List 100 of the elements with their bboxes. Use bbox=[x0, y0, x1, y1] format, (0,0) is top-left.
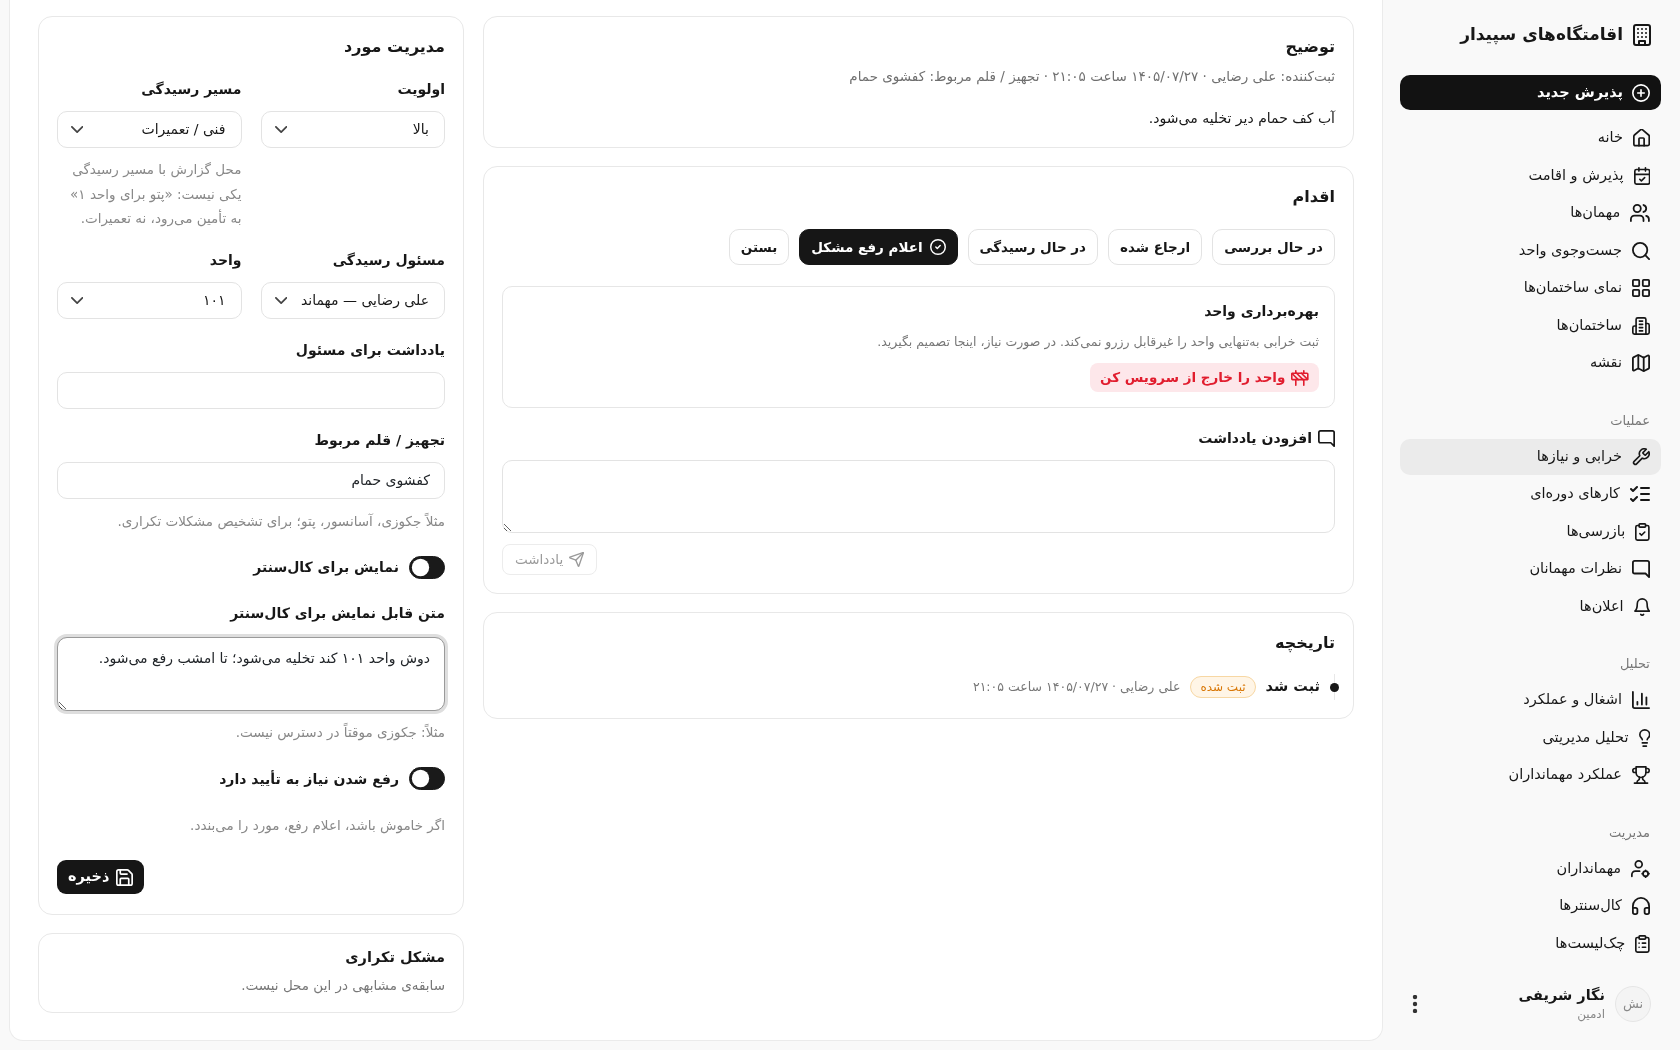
panel-description: ثبت خرابی به‌تنهایی واحد را غیرقابل رزرو نمی‌کند. در صورت نیاز، اینجا تصمیم بگیرید. bbox=[876, 333, 1319, 352]
sidebar-item[interactable]: مهمان‌ها bbox=[1400, 195, 1661, 231]
sidebar-item[interactable]: اشغال و عملکرد bbox=[1400, 682, 1661, 718]
card-title: اقدام bbox=[1291, 186, 1335, 208]
sidebar-item[interactable]: اعلان‌ها bbox=[1400, 588, 1661, 625]
more-options-icon[interactable] bbox=[1412, 995, 1418, 1013]
sidebar-item[interactable]: خانه bbox=[1400, 120, 1661, 156]
app-title: اقامتگاه‌های سپیدار bbox=[1460, 23, 1623, 47]
history-event: ثبت شد bbox=[1265, 677, 1320, 697]
meta-text: ثبت‌کننده: علی رضایی · ۱۴۰۵/۰۷/۲۷ ساعت ۲۱:۰۵ · تجهیز / قلم مربوط: کفشوی حمام bbox=[848, 67, 1335, 87]
priority-select[interactable]: بالا bbox=[260, 111, 445, 148]
sidebar-item[interactable]: پذیرش و اقامت bbox=[1400, 157, 1661, 194]
chevron-down-icon bbox=[71, 296, 84, 304]
new-admission-button[interactable]: پذیرش جدید bbox=[1400, 75, 1661, 110]
assignee-select[interactable]: علی رضایی — مهماند bbox=[260, 281, 445, 319]
sidebar-item[interactable]: عملکرد مهمانداران bbox=[1400, 757, 1661, 793]
send-icon bbox=[569, 552, 585, 567]
field-label: واحد bbox=[208, 250, 242, 271]
field-label: اولویت bbox=[396, 80, 445, 100]
card-text: سابقه‌ی مشابهی در این محل نیست. bbox=[240, 976, 445, 996]
card-title: توضیح bbox=[1284, 36, 1335, 58]
description-text: آب کف حمام دیر تخلیه می‌شود. bbox=[1147, 109, 1335, 129]
section-heading: مدیریت bbox=[1608, 823, 1651, 843]
field-label: مسیر رسیدگی bbox=[140, 80, 242, 100]
history-meta: علی رضایی · ۱۴۰۵/۰۷/۲۷ ساعت ۲۱:۰۵ bbox=[972, 677, 1181, 696]
user-name: نگار شریفی bbox=[1518, 986, 1605, 1005]
sidebar-item[interactable]: تحلیل مدیریتی bbox=[1400, 719, 1661, 756]
switch-label: رفع شدن نیاز به تأیید دارد bbox=[219, 769, 399, 790]
help-text: اگر خاموش باشد، اعلام رفع، مورد را می‌بندد. bbox=[189, 816, 445, 836]
sidebar-item[interactable]: ساختمان‌ها bbox=[1400, 307, 1661, 344]
sidebar-item[interactable]: بازرسی‌ها bbox=[1400, 513, 1661, 550]
map-icon bbox=[1632, 354, 1650, 372]
trophy-icon bbox=[1632, 766, 1650, 784]
clipboard-check-icon bbox=[1635, 522, 1650, 541]
section-heading: عملیات bbox=[1609, 411, 1651, 430]
callcenter-textarea[interactable]: دوش واحد ۱۰۱ کند تخلیه می‌شود؛ تا امشب رفع می‌شود. bbox=[57, 636, 445, 711]
equipment-input[interactable]: کفشوی حمام bbox=[57, 461, 445, 499]
user-role: ادمین bbox=[1576, 1006, 1605, 1023]
clipboard-list-icon bbox=[1635, 934, 1650, 953]
user-avatar: نش bbox=[1615, 986, 1651, 1022]
speech-bubble-icon bbox=[1318, 429, 1335, 447]
help-text: مثلاً جکوزی، آسانسور، پتو؛ برای تشخیص مشکلات تکراری. bbox=[116, 511, 445, 532]
bell-icon bbox=[1633, 597, 1650, 616]
sidebar-item[interactable]: نظرات مهمانان bbox=[1400, 551, 1661, 587]
sidebar-item[interactable]: مهمانداران bbox=[1400, 850, 1661, 887]
barrier-icon bbox=[1291, 369, 1309, 386]
chevron-down-icon bbox=[71, 126, 84, 133]
status-button[interactable]: بستن bbox=[728, 229, 790, 265]
help-text: محل گزارش با مسیر رسیدگی یکی نیست: «پتو برای واحد ۱» به تأمین می‌رود، نه تعمیرات. bbox=[69, 160, 242, 229]
unit-select[interactable]: ۱۰۱ bbox=[57, 281, 242, 319]
help-text: مثلاً: جکوزی موقتاً در دسترس نیست. bbox=[234, 722, 445, 743]
status-button[interactable]: در حال بررسی bbox=[1212, 229, 1335, 265]
checklist-icon bbox=[1630, 485, 1650, 503]
plus-circle-icon bbox=[1632, 83, 1650, 102]
wrench-icon bbox=[1632, 447, 1650, 466]
headphones-icon bbox=[1632, 897, 1650, 915]
search-icon bbox=[1632, 241, 1650, 260]
toggle-switch[interactable] bbox=[409, 555, 445, 579]
sidebar-item[interactable]: چک‌لیست‌ها bbox=[1400, 925, 1661, 962]
field-label: مسئول رسیدگی bbox=[331, 250, 445, 271]
sidebar-item[interactable]: کارهای دوره‌ای bbox=[1400, 476, 1661, 512]
chevron-down-icon bbox=[274, 126, 287, 133]
card-title: تاریخچه bbox=[1274, 632, 1335, 655]
switch-label: نمایش برای کال‌سنتر bbox=[253, 558, 399, 578]
section-label: افزودن یادداشت bbox=[1198, 429, 1312, 449]
check-circle-icon bbox=[929, 239, 946, 255]
grid-icon bbox=[1632, 279, 1650, 297]
users-icon bbox=[1630, 204, 1650, 222]
sidebar-item[interactable]: نمای ساختمان‌ها bbox=[1400, 270, 1661, 306]
bar-chart-icon bbox=[1632, 691, 1650, 709]
field-label: یادداشت برای مسئول bbox=[294, 340, 445, 361]
lightbulb-icon bbox=[1638, 728, 1650, 747]
card-title: مشکل تکراری bbox=[344, 948, 445, 968]
status-button[interactable]: اعلام رفع مشکل bbox=[799, 229, 958, 265]
sidebar-item[interactable]: کال‌سنترها bbox=[1400, 888, 1661, 924]
sidebar-item[interactable]: خرابی و نیازها bbox=[1400, 438, 1661, 475]
status-button[interactable]: ارجاع شده bbox=[1108, 229, 1203, 265]
sidebar-item[interactable]: نقشه bbox=[1400, 345, 1661, 381]
toggle-switch[interactable] bbox=[409, 767, 445, 790]
building-icon bbox=[1632, 316, 1650, 335]
route-select[interactable]: فنی / تعمیرات bbox=[57, 111, 242, 148]
timeline-dot-icon bbox=[1330, 682, 1339, 692]
calendar-check-icon bbox=[1633, 166, 1650, 185]
field-label: متن قابل نمایش برای کال‌سنتر bbox=[228, 603, 445, 624]
building-icon bbox=[1633, 24, 1651, 46]
status-button[interactable]: در حال رسیدگی bbox=[967, 229, 1099, 265]
save-icon bbox=[116, 868, 134, 886]
panel-title: بهره‌برداری واحد bbox=[1203, 302, 1319, 322]
out-of-service-button[interactable]: واحد را خارج از سرویس کن bbox=[1090, 363, 1319, 392]
chevron-down-icon bbox=[274, 296, 287, 304]
section-heading: تحلیل bbox=[1618, 655, 1651, 673]
field-label: تجهیز / قلم مربوط bbox=[313, 430, 445, 451]
sidebar-item[interactable]: جست‌وجوی واحد bbox=[1400, 232, 1661, 269]
speech-bubble-icon bbox=[1632, 560, 1650, 578]
user-gear-icon bbox=[1631, 859, 1650, 878]
home-icon bbox=[1632, 129, 1650, 147]
input-field[interactable] bbox=[57, 371, 445, 409]
card-title: مدیریت مورد bbox=[343, 36, 445, 58]
status-tag: ثبت شده bbox=[1190, 676, 1256, 698]
save-button[interactable]: ذخیره bbox=[57, 860, 145, 894]
